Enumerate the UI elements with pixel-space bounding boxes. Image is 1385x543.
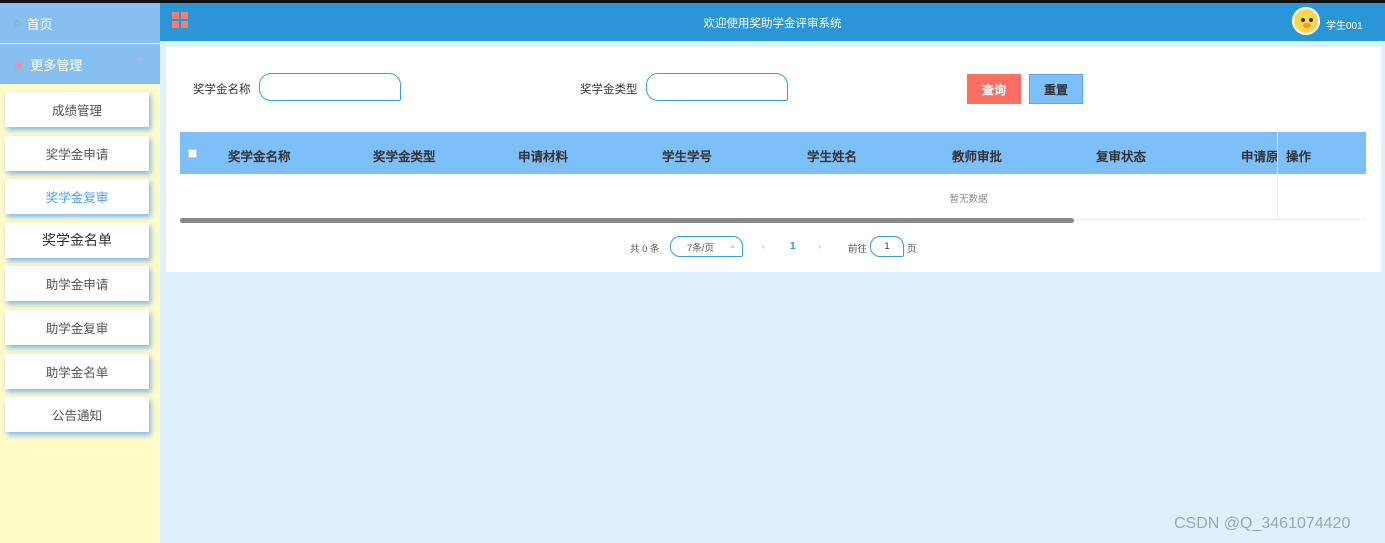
column-header[interactable]: 申请材料 xyxy=(518,146,568,165)
username[interactable]: 学生001 xyxy=(1326,17,1363,32)
avatar[interactable] xyxy=(1292,7,1320,35)
column-header[interactable]: 学生姓名 xyxy=(807,146,857,165)
sidebar-item-label: 公告通知 xyxy=(51,409,102,424)
table-header: 奖学金名称 奖学金类型 申请材料 学生学号 学生姓名 教师审批 复审状态 申请原… xyxy=(180,132,1366,174)
column-header[interactable]: 奖学金类型 xyxy=(373,146,436,165)
page-title: 欢迎使用奖助学金评审系统 xyxy=(703,18,842,30)
sidebar-item-scholarship-review[interactable]: 奖学金复审 xyxy=(5,179,149,215)
pagination-total: 共 0 条 xyxy=(630,244,660,255)
sidebar-item-label: 奖学金名单 xyxy=(42,232,112,249)
goto-label: 前往 xyxy=(848,244,868,255)
page-size-select[interactable]: 7条/页 ⌄ xyxy=(670,236,743,257)
column-header[interactable]: 学生学号 xyxy=(662,146,712,165)
top-header: 欢迎使用奖助学金评审系统 学生001 xyxy=(160,3,1385,41)
sidebar-item-label: 奖学金复审 xyxy=(45,191,109,206)
sidebar-item-label: 助学金复审 xyxy=(45,321,109,336)
sidebar-item-label: 成绩管理 xyxy=(51,104,102,118)
column-header[interactable]: 教师审批 xyxy=(952,146,1002,165)
search-button[interactable]: 查询 xyxy=(967,74,1021,104)
sidebar-item-label: 奖学金申请 xyxy=(45,147,109,162)
page-number[interactable]: 1 xyxy=(790,241,796,252)
empty-text: 暂无数据 xyxy=(949,194,988,205)
chevron-up-icon: ⌃ xyxy=(135,57,144,68)
scholarship-type-label: 奖学金类型 xyxy=(580,84,638,96)
sidebar-submenu: 成绩管理 奖学金申请 奖学金复审 奖学金名单 助学金申请 助学金复审 助学金名单… xyxy=(0,84,160,433)
select-all-checkbox[interactable] xyxy=(188,149,197,158)
prev-page-button[interactable]: ‹ xyxy=(762,241,765,251)
scholarship-name-label: 奖学金名称 xyxy=(193,84,251,96)
sidebar-more-management[interactable]: ▣ 更多管理 ⌃ xyxy=(0,44,160,84)
sidebar-item-label: 助学金申请 xyxy=(45,278,109,293)
home-icon: ⌂ xyxy=(14,17,21,29)
column-header[interactable]: 奖学金名称 xyxy=(228,146,291,165)
watermark: CSDN @Q_3461074420 xyxy=(1174,515,1351,532)
chevron-down-icon: ⌄ xyxy=(729,241,736,250)
page-size-value: 7条/页 xyxy=(687,242,714,254)
sidebar-home[interactable]: ⌂ 首页 xyxy=(0,3,160,43)
sidebar-item-announcements[interactable]: 公告通知 xyxy=(5,397,149,433)
goto-page-input[interactable]: 1 xyxy=(870,236,904,257)
sidebar-item-grant-review[interactable]: 助学金复审 xyxy=(5,309,149,345)
sidebar-item-grant-list[interactable]: 助学金名单 xyxy=(5,353,149,389)
scholarship-type-input[interactable] xyxy=(646,73,788,101)
next-page-button[interactable]: › xyxy=(818,241,821,251)
operation-column xyxy=(1277,174,1366,220)
operation-column-header: 操作 xyxy=(1277,132,1366,174)
page-suffix: 页 xyxy=(907,244,917,255)
column-header[interactable]: 复审状态 xyxy=(1096,146,1146,165)
sidebar-item-label: 助学金名单 xyxy=(45,365,109,380)
scholarship-name-input[interactable] xyxy=(259,73,401,101)
column-header: 操作 xyxy=(1286,150,1312,164)
reset-button[interactable]: 重置 xyxy=(1029,74,1083,104)
sidebar-home-label: 首页 xyxy=(26,16,53,32)
sidebar-item-grant-apply[interactable]: 助学金申请 xyxy=(5,266,149,302)
sidebar-more-label: 更多管理 xyxy=(30,57,83,73)
table-body: 暂无数据 xyxy=(180,174,1366,220)
main-panel: 奖学金名称 奖学金类型 查询 重置 奖学金名称 奖学金类型 申请材料 学生学号 … xyxy=(166,47,1381,272)
sidebar-item-scholarship-apply[interactable]: 奖学金申请 xyxy=(5,135,149,171)
sidebar-item-grades[interactable]: 成绩管理 xyxy=(5,92,149,127)
sidebar: ⌂ 首页 ▣ 更多管理 ⌃ 成绩管理 奖学金申请 奖学金复审 奖学金名单 助学金… xyxy=(0,3,160,543)
horizontal-scrollbar[interactable] xyxy=(180,218,1074,223)
sidebar-item-scholarship-list[interactable]: 奖学金名单 xyxy=(5,222,149,258)
menu-icon: ▣ xyxy=(14,58,25,71)
column-header[interactable]: 申请原 xyxy=(1241,146,1277,165)
